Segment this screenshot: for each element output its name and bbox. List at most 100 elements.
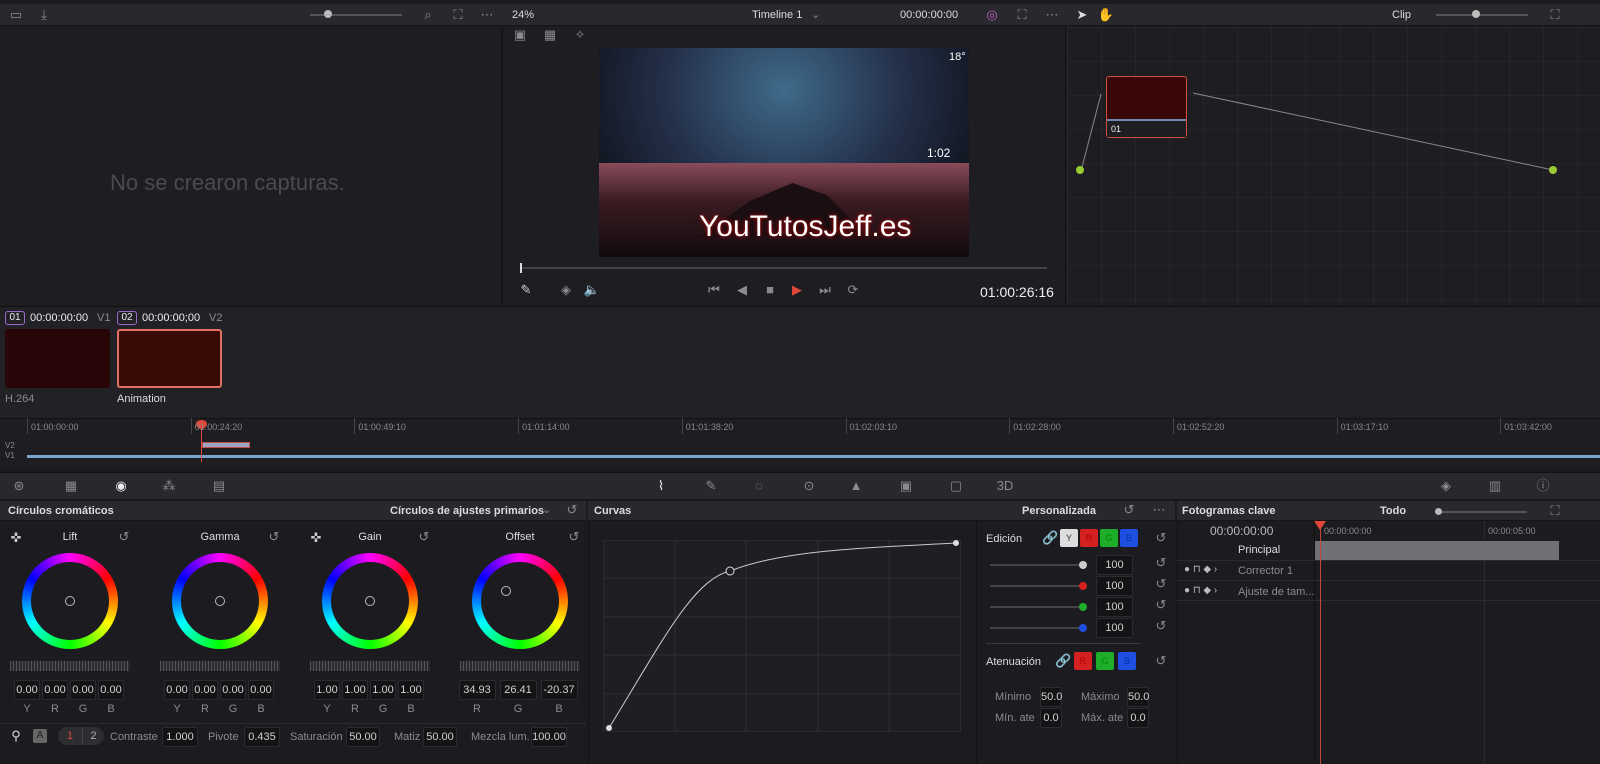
keyframe-row-controls[interactable]: ● ⊓ ◆ ›: [1184, 585, 1217, 596]
tracker-icon[interactable]: ⊙: [798, 476, 820, 496]
wheel-value-field[interactable]: 0.00: [98, 680, 124, 700]
source-input-dot[interactable]: [1076, 166, 1084, 174]
intensity-handle[interactable]: [1079, 582, 1087, 590]
edit-channel-y[interactable]: Y: [1060, 529, 1078, 547]
layers-icon[interactable]: ◈: [556, 280, 576, 300]
master-wheel-slider[interactable]: [160, 661, 280, 671]
split-view-icon[interactable]: ▦: [540, 25, 560, 45]
wheel-handle[interactable]: [501, 586, 511, 596]
keyframes-tab-icon[interactable]: ◈: [1435, 476, 1457, 496]
soft-channel-r[interactable]: R: [1074, 652, 1092, 670]
output-dot[interactable]: [1549, 166, 1557, 174]
scopes-icon[interactable]: ▥: [1484, 476, 1506, 496]
sizing-icon[interactable]: ▢: [945, 476, 967, 496]
edit-channel-g[interactable]: G: [1100, 529, 1118, 547]
download-icon[interactable]: ⤓: [34, 5, 54, 25]
skip-end-icon[interactable]: ⏭: [815, 280, 835, 300]
soft-channel-g[interactable]: G: [1096, 652, 1114, 670]
wheel-value-field[interactable]: 1.00: [370, 680, 396, 700]
stop-icon[interactable]: ■: [760, 280, 780, 300]
single-view-icon[interactable]: ▣: [510, 25, 530, 45]
lum-mix-field[interactable]: 100.00: [531, 727, 567, 747]
play-icon[interactable]: ▶: [787, 280, 807, 300]
reset-icon[interactable]: ↺: [1152, 528, 1170, 548]
reset-icon[interactable]: ↺: [1152, 574, 1170, 594]
curves-tab-icon[interactable]: ⌇: [650, 476, 672, 496]
max-field[interactable]: 50.0: [1127, 687, 1149, 707]
viewer-scrubber[interactable]: [520, 263, 1047, 273]
clip-thumbnail[interactable]: [117, 329, 222, 388]
min-field[interactable]: 50.0: [1040, 687, 1062, 707]
color-wheel[interactable]: [472, 553, 568, 649]
picker-icon[interactable]: ✜: [8, 528, 24, 548]
intensity-handle[interactable]: [1079, 603, 1087, 611]
hand-icon[interactable]: ✋: [1096, 5, 1116, 25]
intensity-field[interactable]: 100: [1096, 597, 1133, 617]
wheel-value-field[interactable]: 0.00: [164, 680, 190, 700]
expand-icon[interactable]: ⛶: [1012, 5, 1032, 25]
intensity-slider[interactable]: [990, 564, 1082, 566]
blur-icon[interactable]: ▲: [845, 476, 867, 496]
reset-icon[interactable]: ↺: [116, 527, 132, 547]
picker-icon[interactable]: ✜: [308, 528, 324, 548]
curves-mode-dropdown[interactable]: Personalizada: [1022, 505, 1096, 517]
wheel-value-field[interactable]: 34.93: [458, 680, 496, 700]
auto-button[interactable]: A: [33, 729, 47, 743]
eyedropper-icon[interactable]: ✎: [516, 280, 536, 300]
keyframe-row-principal[interactable]: Principal: [1238, 544, 1280, 556]
camera-raw-icon[interactable]: ⊛: [8, 476, 30, 496]
wheel-handle[interactable]: [365, 596, 375, 606]
node-01[interactable]: 01: [1106, 76, 1187, 138]
window-icon[interactable]: ◌: [748, 476, 770, 496]
v1-clip[interactable]: [27, 455, 1600, 458]
reset-icon[interactable]: ↺: [1120, 500, 1138, 520]
intensity-slider[interactable]: [990, 606, 1082, 608]
master-wheel-slider[interactable]: [460, 661, 580, 671]
link-icon[interactable]: 🔗: [1042, 528, 1058, 548]
color-picker-icon[interactable]: ◎: [982, 5, 1002, 25]
keyframe-row-corrector[interactable]: Corrector 1: [1238, 565, 1293, 577]
wheel-value-field[interactable]: 1.00: [398, 680, 424, 700]
info-icon[interactable]: ⓘ: [1532, 476, 1554, 496]
wheel-value-field[interactable]: 0.00: [70, 680, 96, 700]
master-wheel-slider[interactable]: [310, 661, 430, 671]
reset-icon[interactable]: ↺: [1152, 651, 1170, 671]
node-zoom-slider[interactable]: [1436, 10, 1528, 18]
reset-icon[interactable]: ↺: [1152, 595, 1170, 615]
step-back-icon[interactable]: ◀: [732, 280, 752, 300]
loop-icon[interactable]: ⟳: [843, 280, 863, 300]
page-2-button[interactable]: 2: [82, 727, 104, 745]
hue-field[interactable]: 50.00: [423, 727, 457, 747]
keyframes-zoom-slider[interactable]: [1435, 508, 1527, 515]
qualifier-icon[interactable]: ✎: [700, 476, 722, 496]
intensity-handle[interactable]: [1079, 624, 1087, 632]
more-icon[interactable]: ⋯: [1042, 5, 1062, 25]
node-mode-dropdown[interactable]: Clip: [1392, 9, 1411, 21]
wheel-value-field[interactable]: 0.00: [192, 680, 218, 700]
more-icon[interactable]: ⋯: [1150, 500, 1168, 520]
gallery-view-icon[interactable]: ▭: [6, 5, 26, 25]
keyframe-row-controls[interactable]: ● ⊓ ◆ ›: [1184, 564, 1217, 575]
skip-start-icon[interactable]: ⏮: [704, 280, 724, 300]
intensity-field[interactable]: 100: [1096, 618, 1133, 638]
intensity-handle[interactable]: [1079, 561, 1087, 569]
3d-icon[interactable]: 3D: [994, 476, 1016, 496]
reset-icon[interactable]: ↺: [266, 527, 282, 547]
expand-icon[interactable]: ⛶: [1545, 501, 1565, 521]
wheel-value-field[interactable]: 1.00: [314, 680, 340, 700]
wheel-value-field[interactable]: 26.41: [499, 680, 537, 700]
keyframe-playhead[interactable]: [1320, 521, 1321, 764]
wheel-handle[interactable]: [215, 596, 225, 606]
wheel-value-field[interactable]: 0.00: [220, 680, 246, 700]
contrast-field[interactable]: 1.000: [162, 727, 198, 747]
color-wheels-tab-icon[interactable]: ◉: [110, 476, 132, 496]
reset-icon[interactable]: ↺: [1152, 553, 1170, 573]
key-icon[interactable]: ▣: [895, 476, 917, 496]
reset-icon[interactable]: ↺: [563, 500, 581, 520]
link-icon[interactable]: 🔗: [1055, 651, 1071, 671]
reset-icon[interactable]: ↺: [416, 527, 432, 547]
reset-icon[interactable]: ↺: [566, 527, 582, 547]
min-soft-field[interactable]: 0.0: [1040, 708, 1062, 728]
max-soft-field[interactable]: 0.0: [1127, 708, 1149, 728]
intensity-slider[interactable]: [990, 585, 1082, 587]
